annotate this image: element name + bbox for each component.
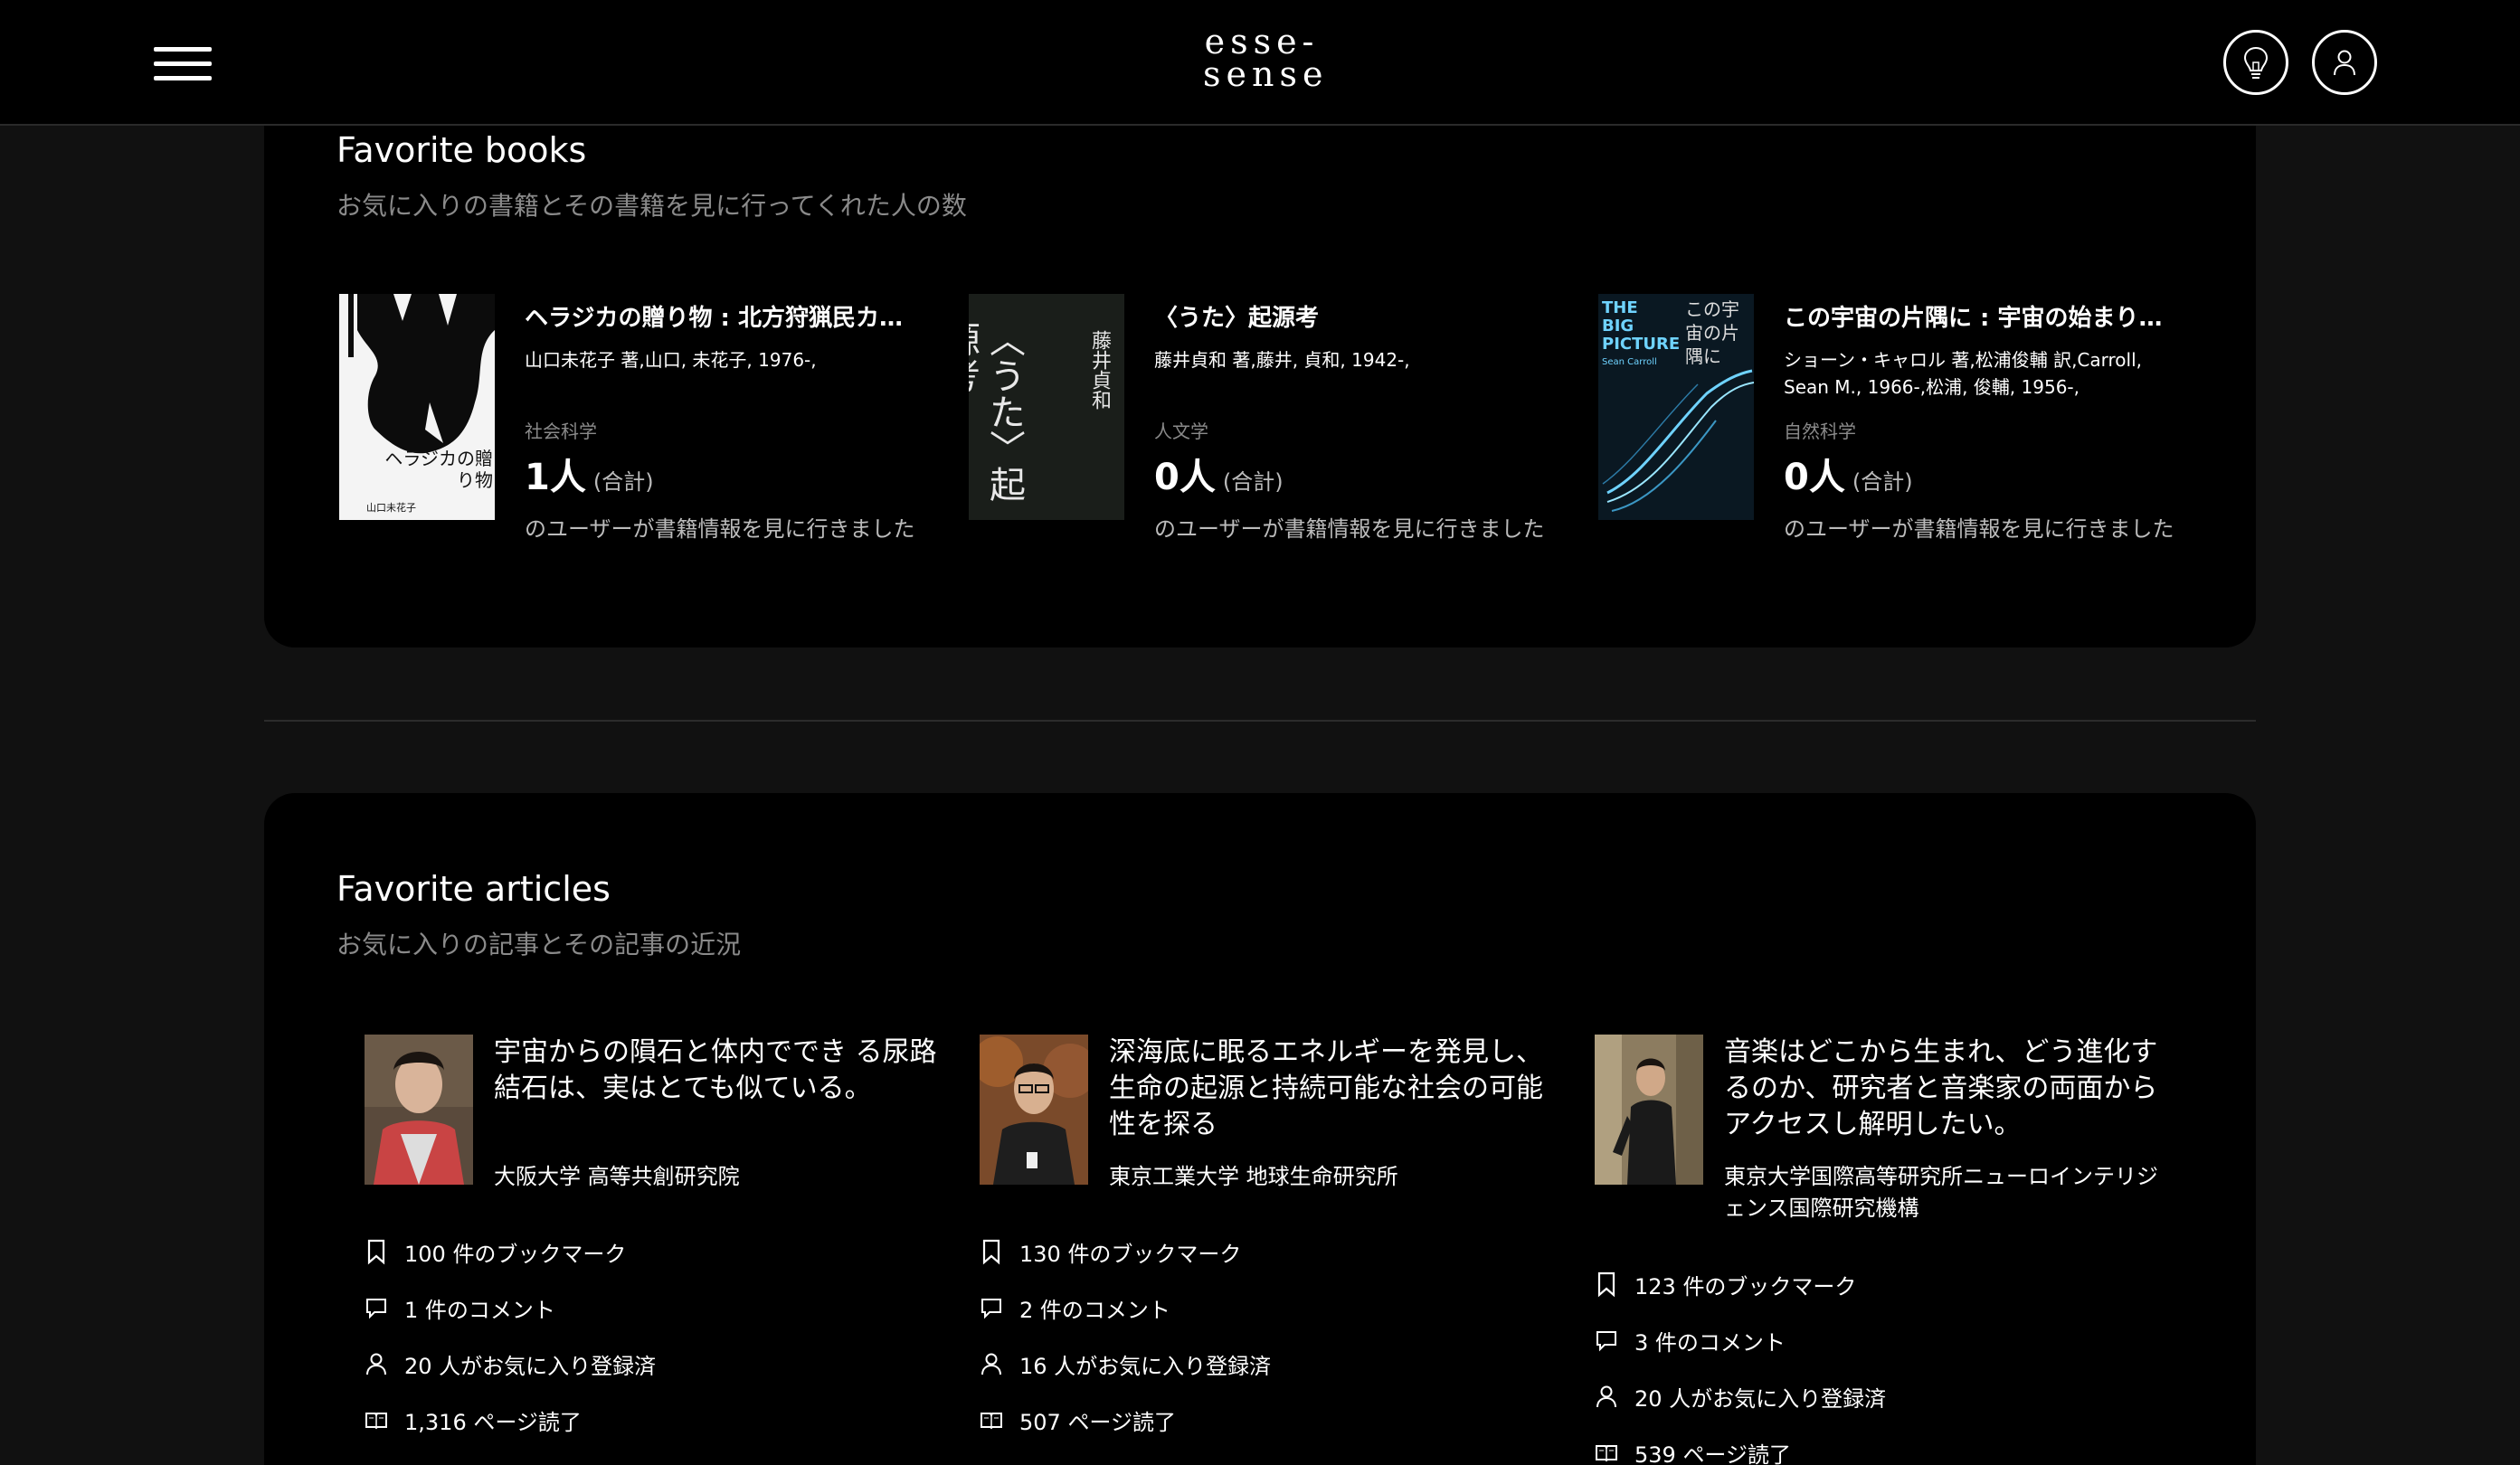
comment-count-text: 2 件のコメント xyxy=(1019,1297,1170,1323)
book-view-count: 1人 (合計) xyxy=(525,448,654,500)
favorite-count-text: 20 人がお気に入り登録済 xyxy=(404,1353,657,1379)
favorite-count: 20 人がお気に入り登録済 xyxy=(1595,1380,1886,1413)
open-book-icon xyxy=(981,1413,1002,1430)
book-author: 藤井貞和 著,藤井, 貞和, 1942-, xyxy=(1154,349,1410,371)
book-count-note: のユーザーが書籍情報を見に行きました xyxy=(525,516,915,542)
book-cover[interactable]: THE BIG PICTURE Sean Carroll この宇宙の片隅に xyxy=(1598,294,1754,520)
favorite-count-text: 16 人がお気に入り登録済 xyxy=(1019,1353,1272,1379)
book-author: 山口未花子 著,山口, 未花子, 1976-, xyxy=(525,349,817,371)
logo-line-2: sense xyxy=(1203,54,1329,94)
comment-count: 2 件のコメント xyxy=(980,1291,1170,1324)
book-count-total-label: (合計) xyxy=(592,469,654,495)
book-cover-author: 藤井貞和 xyxy=(1088,330,1111,410)
article-title[interactable]: 音楽はどこから生まれ、どう進化するのか、研究者と音楽家の両面からアクセスし解明し… xyxy=(1724,1035,2167,1143)
pages-read-text: 539 ページ読了 xyxy=(1634,1441,1791,1465)
book-count-value: 0人 xyxy=(1154,457,1216,498)
comment-icon xyxy=(1596,1331,1616,1352)
bookmark-count-text: 123 件のブックマーク xyxy=(1634,1273,1857,1300)
open-book-icon xyxy=(1596,1445,1617,1462)
book-card[interactable]: THE BIG PICTURE Sean Carroll この宇宙の片隅に この… xyxy=(1598,294,2213,547)
article-thumbnail[interactable] xyxy=(365,1035,473,1185)
article-thumbnail[interactable] xyxy=(980,1035,1088,1185)
favorite-count-text: 20 人がお気に入り登録済 xyxy=(1634,1385,1887,1412)
open-book-icon xyxy=(365,1413,387,1430)
article-institution: 大阪大学 高等共創研究院 xyxy=(494,1164,740,1189)
book-cover-title: THE BIG PICTURE xyxy=(1602,298,1681,354)
book-count-value: 1人 xyxy=(525,457,586,498)
pages-read-count: 1,316 ページ読了 xyxy=(365,1404,582,1436)
pages-read-text: 507 ページ読了 xyxy=(1019,1409,1176,1435)
user-icon xyxy=(2334,50,2355,76)
site-logo[interactable]: esse- sense xyxy=(1203,22,1329,94)
bookmark-count-text: 130 件のブックマーク xyxy=(1019,1241,1242,1267)
article-thumbnail[interactable] xyxy=(1595,1035,1703,1185)
articles-section-title: Favorite articles xyxy=(336,869,611,909)
book-genre: 社会科学 xyxy=(525,421,597,442)
book-cover-author: Sean Carroll xyxy=(1602,357,1657,367)
book-cover-jp-title: この宇宙の片隅に xyxy=(1685,298,1739,367)
book-count-total-label: (合計) xyxy=(1222,469,1284,495)
bookmark-count-text: 100 件のブックマーク xyxy=(404,1241,627,1267)
user-icon xyxy=(981,1353,1001,1375)
bookmark-icon xyxy=(1597,1271,1615,1298)
comment-icon xyxy=(981,1299,1001,1319)
book-author: ショーン・キャロル 著,松浦俊輔 訳,Carroll, Sean M., 196… xyxy=(1784,349,2143,398)
article-title[interactable]: 宇宙からの隕石と体内ででき る尿路結石は、実はとても似ている。 xyxy=(494,1035,937,1107)
books-section-title: Favorite books xyxy=(336,130,587,170)
comment-count-text: 1 件のコメント xyxy=(404,1297,555,1323)
pages-read-text: 1,316 ページ読了 xyxy=(404,1409,582,1435)
pages-read-count: 539 ページ読了 xyxy=(1595,1436,1791,1465)
hamburger-menu-icon[interactable] xyxy=(154,43,217,85)
comment-count: 3 件のコメント xyxy=(1595,1324,1786,1356)
book-cover-title: ヘラジカの贈り物 xyxy=(384,448,493,491)
bookmark-count: 123 件のブックマーク xyxy=(1595,1268,1856,1300)
lightbulb-icon xyxy=(2243,46,2269,79)
article-institution: 東京大学国際高等研究所ニューロインテリジェンス国際研究機構 xyxy=(1724,1164,2158,1221)
site-header: esse- sense xyxy=(0,0,2520,126)
user-icon xyxy=(366,1353,386,1375)
book-view-count: 0人 (合計) xyxy=(1154,448,1284,500)
book-card[interactable]: 〈うた〉起源考 藤井貞和 〈うた〉起源考 藤井貞和 著,藤井, 貞和, 1942… xyxy=(969,294,1584,547)
book-genre: 自然科学 xyxy=(1784,421,1856,442)
pages-read-count: 507 ページ読了 xyxy=(980,1404,1176,1436)
book-count-total-label: (合計) xyxy=(1852,469,1913,495)
comment-count: 1 件のコメント xyxy=(365,1291,555,1324)
book-cover[interactable]: 〈うた〉起源考 藤井貞和 xyxy=(969,294,1124,520)
book-view-count: 0人 (合計) xyxy=(1784,448,1913,500)
books-section-subtitle: お気に入りの書籍とその書籍を見に行ってくれた人の数 xyxy=(336,191,967,221)
favorite-count: 16 人がお気に入り登録済 xyxy=(980,1347,1271,1380)
user-icon xyxy=(1596,1385,1616,1408)
book-cover-title: 〈うた〉起源考 xyxy=(969,321,1025,502)
comment-icon xyxy=(366,1299,386,1319)
comment-count-text: 3 件のコメント xyxy=(1634,1329,1786,1356)
user-button[interactable] xyxy=(2312,30,2377,95)
book-title[interactable]: ヘラジカの贈り物 : 北方狩猟民カ… xyxy=(525,299,950,333)
logo-line-1: esse- xyxy=(1204,22,1320,61)
idea-button[interactable] xyxy=(2223,30,2288,95)
book-title[interactable]: この宇宙の片隅に : 宇宙の始まり… xyxy=(1784,299,2209,333)
articles-section-subtitle: お気に入りの記事とその記事の近況 xyxy=(336,930,742,959)
book-count-value: 0人 xyxy=(1784,457,1845,498)
bookmark-count: 130 件のブックマーク xyxy=(980,1235,1241,1268)
book-count-note: のユーザーが書籍情報を見に行きました xyxy=(1784,516,2174,542)
book-cover-author: 山口未花子 xyxy=(366,502,416,514)
book-title[interactable]: 〈うた〉起源考 xyxy=(1154,299,1579,333)
bookmark-icon xyxy=(367,1239,385,1265)
book-card[interactable]: ヘラジカの贈り物 山口未花子 ヘラジカの贈り物 : 北方狩猟民カ… 山口未花子 … xyxy=(339,294,954,547)
book-count-note: のユーザーが書籍情報を見に行きました xyxy=(1154,516,1545,542)
favorite-articles-section: Favorite articles お気に入りの記事とその記事の近況 宇宙からの… xyxy=(264,793,2256,1465)
favorite-count: 20 人がお気に入り登録済 xyxy=(365,1347,656,1380)
bookmark-icon xyxy=(982,1239,1000,1265)
section-divider xyxy=(264,720,2256,722)
article-institution: 東京工業大学 地球生命研究所 xyxy=(1109,1164,1398,1189)
bookmark-count: 100 件のブックマーク xyxy=(365,1235,626,1268)
book-genre: 人文学 xyxy=(1154,421,1208,442)
article-title[interactable]: 深海底に眠るエネルギーを発見し、生命の起源と持続可能な社会の可能性を探る xyxy=(1109,1035,1552,1143)
book-cover[interactable]: ヘラジカの贈り物 山口未花子 xyxy=(339,294,495,520)
favorite-books-section: Favorite books お気に入りの書籍とその書籍を見に行ってくれた人の数… xyxy=(264,72,2256,647)
